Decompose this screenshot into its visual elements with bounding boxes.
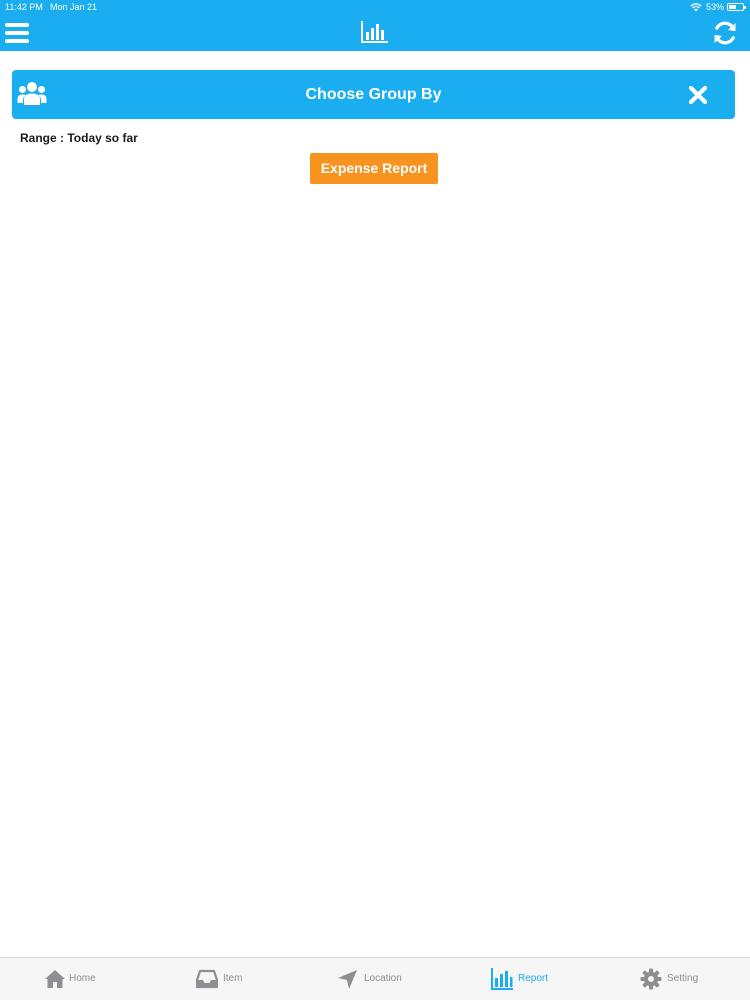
tab-home[interactable]: Home bbox=[0, 958, 150, 1000]
top-bar: 11:42 PM Mon Jan 21 53% bbox=[0, 0, 750, 51]
tab-setting[interactable]: Setting bbox=[600, 958, 750, 1000]
bar-chart-icon bbox=[491, 968, 513, 990]
location-arrow-icon bbox=[338, 970, 357, 989]
tab-item[interactable]: Item bbox=[150, 958, 300, 1000]
close-icon[interactable] bbox=[688, 86, 708, 104]
app-screen: 11:42 PM Mon Jan 21 53% Choose Group By … bbox=[0, 0, 750, 1000]
status-bar: 11:42 PM Mon Jan 21 53% bbox=[0, 0, 750, 14]
group-by-title: Choose Group By bbox=[305, 86, 442, 103]
home-icon bbox=[45, 970, 65, 988]
status-date: Mon Jan 21 bbox=[50, 2, 98, 12]
tab-report-label: Report bbox=[518, 973, 549, 984]
wifi-icon bbox=[690, 3, 702, 12]
tab-location[interactable]: Location bbox=[300, 958, 450, 1000]
tab-home-label: Home bbox=[69, 973, 96, 984]
hamburger-icon[interactable] bbox=[5, 22, 29, 44]
inbox-icon bbox=[196, 969, 218, 989]
expense-report-button[interactable]: Expense Report bbox=[310, 153, 438, 184]
group-by-header: Choose Group By bbox=[12, 70, 735, 119]
tab-location-label: Location bbox=[364, 973, 402, 984]
battery-percent: 53% bbox=[706, 2, 725, 12]
tab-bar: Home Item Location Report Setting bbox=[0, 957, 750, 1000]
battery-nub bbox=[744, 6, 746, 9]
refresh-icon[interactable] bbox=[712, 20, 738, 46]
gear-icon bbox=[640, 968, 662, 990]
battery-icon bbox=[727, 3, 746, 11]
bar-chart-icon bbox=[361, 21, 388, 43]
tab-item-label: Item bbox=[223, 973, 243, 984]
range-label: Range : Today so far bbox=[20, 131, 138, 145]
tab-report[interactable]: Report bbox=[450, 958, 600, 1000]
status-time: 11:42 PM bbox=[5, 2, 43, 12]
battery-fill bbox=[729, 5, 736, 9]
tab-setting-label: Setting bbox=[667, 973, 699, 984]
